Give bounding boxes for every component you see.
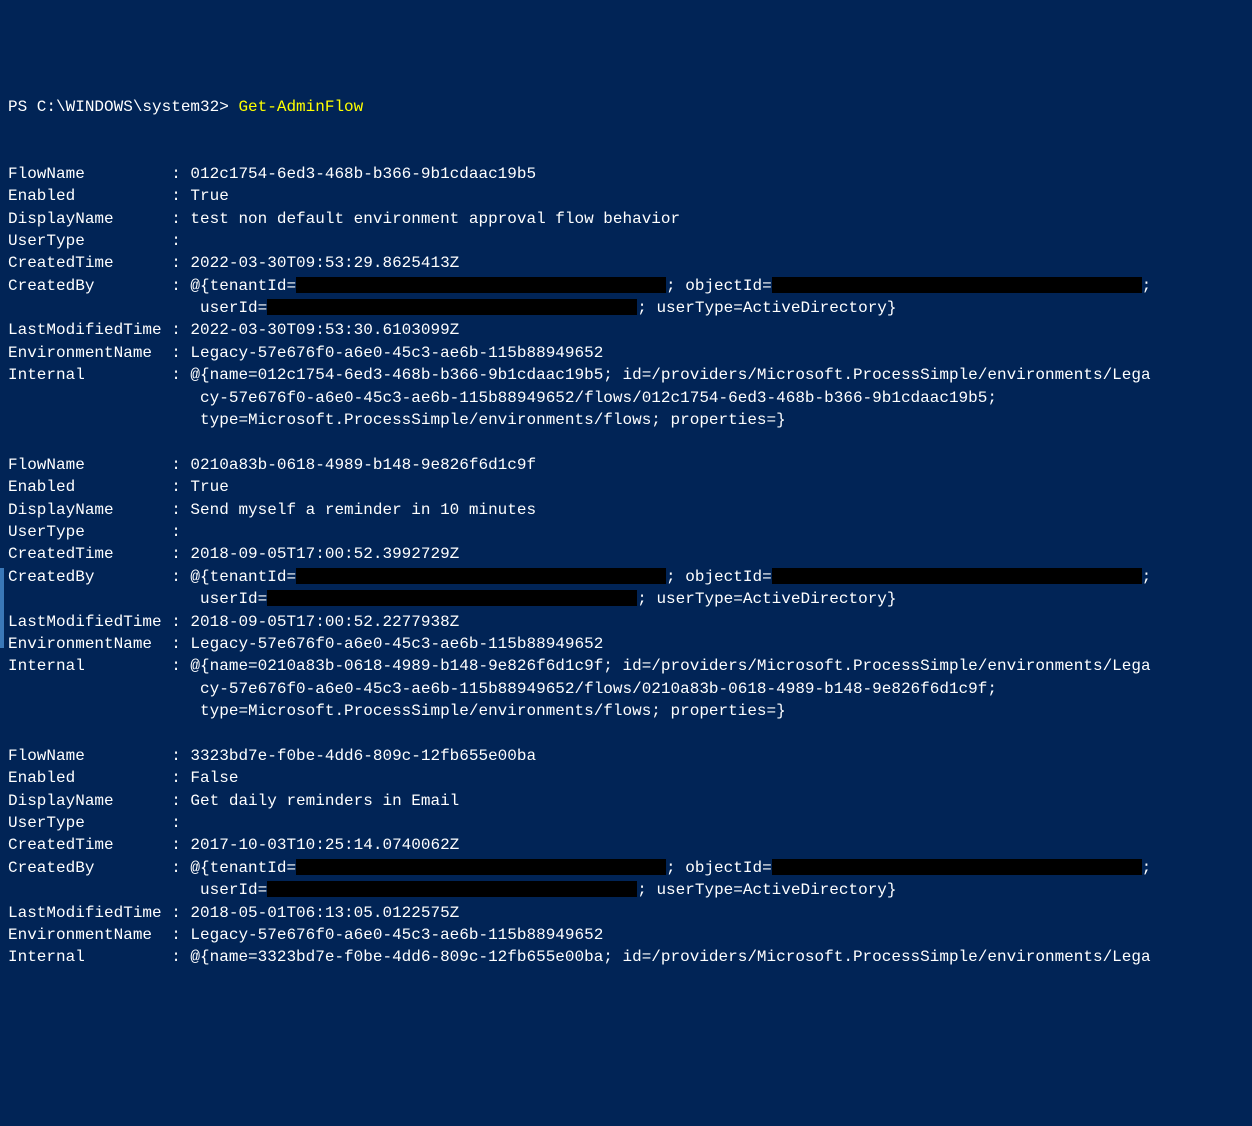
- prompt: PS C:\WINDOWS\system32>: [8, 98, 238, 116]
- kv-createdby-usertype: ; userType=ActiveDirectory}: [637, 590, 896, 608]
- kv-createdby: CreatedBy : @{tenantId=: [8, 277, 296, 295]
- redacted-tenantid: [296, 277, 666, 293]
- redacted-userid: [267, 590, 637, 606]
- kv-createdby-post: ;: [1142, 859, 1152, 877]
- kv-flowname: FlowName : 0210a83b-0618-4989-b148-9e826…: [8, 456, 536, 474]
- kv-createdtime: CreatedTime : 2018-09-05T17:00:52.399272…: [8, 545, 459, 563]
- output-line: EnvironmentName : Legacy-57e676f0-a6e0-4…: [8, 633, 1244, 655]
- kv-environmentname: EnvironmentName : Legacy-57e676f0-a6e0-4…: [8, 926, 603, 944]
- kv-createdby-post: ;: [1142, 568, 1152, 586]
- kv-usertype: UserType :: [8, 232, 190, 250]
- kv-flowname: FlowName : 3323bd7e-f0be-4dd6-809c-12fb6…: [8, 747, 536, 765]
- kv-createdtime: CreatedTime : 2017-10-03T10:25:14.074006…: [8, 836, 459, 854]
- kv-createdby: CreatedBy : @{tenantId=: [8, 568, 296, 586]
- output-line: UserType :: [8, 812, 1244, 834]
- output-line: UserType :: [8, 230, 1244, 252]
- output-line: cy-57e676f0-a6e0-45c3-ae6b-115b88949652/…: [8, 678, 1244, 700]
- kv-enabled: Enabled : True: [8, 187, 229, 205]
- output-line: DisplayName : Get daily reminders in Ema…: [8, 790, 1244, 812]
- kv-enabled: Enabled : False: [8, 769, 238, 787]
- output-line: CreatedTime : 2022-03-30T09:53:29.862541…: [8, 252, 1244, 274]
- kv-lastmodifiedtime: LastModifiedTime : 2018-09-05T17:00:52.2…: [8, 613, 459, 631]
- output-line: Internal : @{name=012c1754-6ed3-468b-b36…: [8, 364, 1244, 386]
- output-line: userId= ; userType=ActiveDirectory}: [8, 588, 1244, 610]
- kv-flowname: FlowName : 012c1754-6ed3-468b-b366-9b1cd…: [8, 165, 536, 183]
- output-line: Enabled : True: [8, 185, 1244, 207]
- blank-line: [8, 118, 1244, 140]
- kv-createdby-mid: ; objectId=: [666, 859, 772, 877]
- kv-createdby-usertype: ; userType=ActiveDirectory}: [637, 299, 896, 317]
- kv-createdby-mid: ; objectId=: [666, 277, 772, 295]
- output-line: EnvironmentName : Legacy-57e676f0-a6e0-4…: [8, 924, 1244, 946]
- output-line: FlowName : 012c1754-6ed3-468b-b366-9b1cd…: [8, 163, 1244, 185]
- kv-displayname: DisplayName : Get daily reminders in Ema…: [8, 792, 459, 810]
- kv-enabled: Enabled : True: [8, 478, 229, 496]
- kv-usertype: UserType :: [8, 523, 190, 541]
- redacted-userid: [267, 299, 637, 315]
- kv-createdby: CreatedBy : @{tenantId=: [8, 859, 296, 877]
- output-line: LastModifiedTime : 2018-05-01T06:13:05.0…: [8, 902, 1244, 924]
- kv-createdby-usertype: ; userType=ActiveDirectory}: [637, 881, 896, 899]
- output-line: PS C:\WINDOWS\system32> Get-AdminFlow: [8, 96, 1244, 118]
- output-line: CreatedBy : @{tenantId= ; objectId= ;: [8, 857, 1244, 879]
- output-line: DisplayName : test non default environme…: [8, 208, 1244, 230]
- blank-line: [8, 723, 1244, 745]
- output-line: CreatedBy : @{tenantId= ; objectId= ;: [8, 275, 1244, 297]
- redacted-userid: [267, 881, 637, 897]
- kv-environmentname: EnvironmentName : Legacy-57e676f0-a6e0-4…: [8, 635, 603, 653]
- output-line: cy-57e676f0-a6e0-45c3-ae6b-115b88949652/…: [8, 387, 1244, 409]
- kv-internal: Internal : @{name=3323bd7e-f0be-4dd6-809…: [8, 948, 1151, 966]
- kv-internal-cont: cy-57e676f0-a6e0-45c3-ae6b-115b88949652/…: [8, 680, 997, 698]
- powershell-terminal[interactable]: PS C:\WINDOWS\system32> Get-AdminFlow Fl…: [8, 96, 1244, 969]
- kv-createdby-userid: userId=: [8, 590, 267, 608]
- kv-displayname: DisplayName : Send myself a reminder in …: [8, 501, 536, 519]
- output-line: EnvironmentName : Legacy-57e676f0-a6e0-4…: [8, 342, 1244, 364]
- output-line: Enabled : True: [8, 476, 1244, 498]
- kv-internal: Internal : @{name=0210a83b-0618-4989-b14…: [8, 657, 1151, 675]
- redacted-tenantid: [296, 859, 666, 875]
- output-line: type=Microsoft.ProcessSimple/environment…: [8, 700, 1244, 722]
- output-line: FlowName : 3323bd7e-f0be-4dd6-809c-12fb6…: [8, 745, 1244, 767]
- output-line: CreatedBy : @{tenantId= ; objectId= ;: [8, 566, 1244, 588]
- kv-environmentname: EnvironmentName : Legacy-57e676f0-a6e0-4…: [8, 344, 603, 362]
- output-line: type=Microsoft.ProcessSimple/environment…: [8, 409, 1244, 431]
- redacted-objectid: [772, 568, 1142, 584]
- kv-internal-cont: cy-57e676f0-a6e0-45c3-ae6b-115b88949652/…: [8, 389, 997, 407]
- output-line: userId= ; userType=ActiveDirectory}: [8, 297, 1244, 319]
- output-line: userId= ; userType=ActiveDirectory}: [8, 879, 1244, 901]
- kv-createdtime: CreatedTime : 2022-03-30T09:53:29.862541…: [8, 254, 459, 272]
- output-line: UserType :: [8, 521, 1244, 543]
- output-line: CreatedTime : 2017-10-03T10:25:14.074006…: [8, 834, 1244, 856]
- kv-internal-cont: type=Microsoft.ProcessSimple/environment…: [8, 702, 786, 720]
- kv-lastmodifiedtime: LastModifiedTime : 2022-03-30T09:53:30.6…: [8, 321, 459, 339]
- output-line: LastModifiedTime : 2018-09-05T17:00:52.2…: [8, 611, 1244, 633]
- blank-line: [8, 431, 1244, 453]
- output-line: Internal : @{name=3323bd7e-f0be-4dd6-809…: [8, 946, 1244, 968]
- output-line: CreatedTime : 2018-09-05T17:00:52.399272…: [8, 543, 1244, 565]
- kv-internal-cont: type=Microsoft.ProcessSimple/environment…: [8, 411, 786, 429]
- redacted-objectid: [772, 277, 1142, 293]
- kv-internal: Internal : @{name=012c1754-6ed3-468b-b36…: [8, 366, 1151, 384]
- kv-displayname: DisplayName : test non default environme…: [8, 210, 680, 228]
- output-line: DisplayName : Send myself a reminder in …: [8, 499, 1244, 521]
- kv-createdby-userid: userId=: [8, 881, 267, 899]
- kv-createdby-userid: userId=: [8, 299, 267, 317]
- kv-createdby-post: ;: [1142, 277, 1152, 295]
- output-line: LastModifiedTime : 2022-03-30T09:53:30.6…: [8, 319, 1244, 341]
- command-text: Get-AdminFlow: [238, 98, 363, 116]
- kv-usertype: UserType :: [8, 814, 190, 832]
- output-line: Enabled : False: [8, 767, 1244, 789]
- output-line: FlowName : 0210a83b-0618-4989-b148-9e826…: [8, 454, 1244, 476]
- kv-lastmodifiedtime: LastModifiedTime : 2018-05-01T06:13:05.0…: [8, 904, 459, 922]
- selection-highlight: [0, 568, 4, 648]
- blank-line: [8, 140, 1244, 162]
- kv-createdby-mid: ; objectId=: [666, 568, 772, 586]
- redacted-tenantid: [296, 568, 666, 584]
- redacted-objectid: [772, 859, 1142, 875]
- output-line: Internal : @{name=0210a83b-0618-4989-b14…: [8, 655, 1244, 677]
